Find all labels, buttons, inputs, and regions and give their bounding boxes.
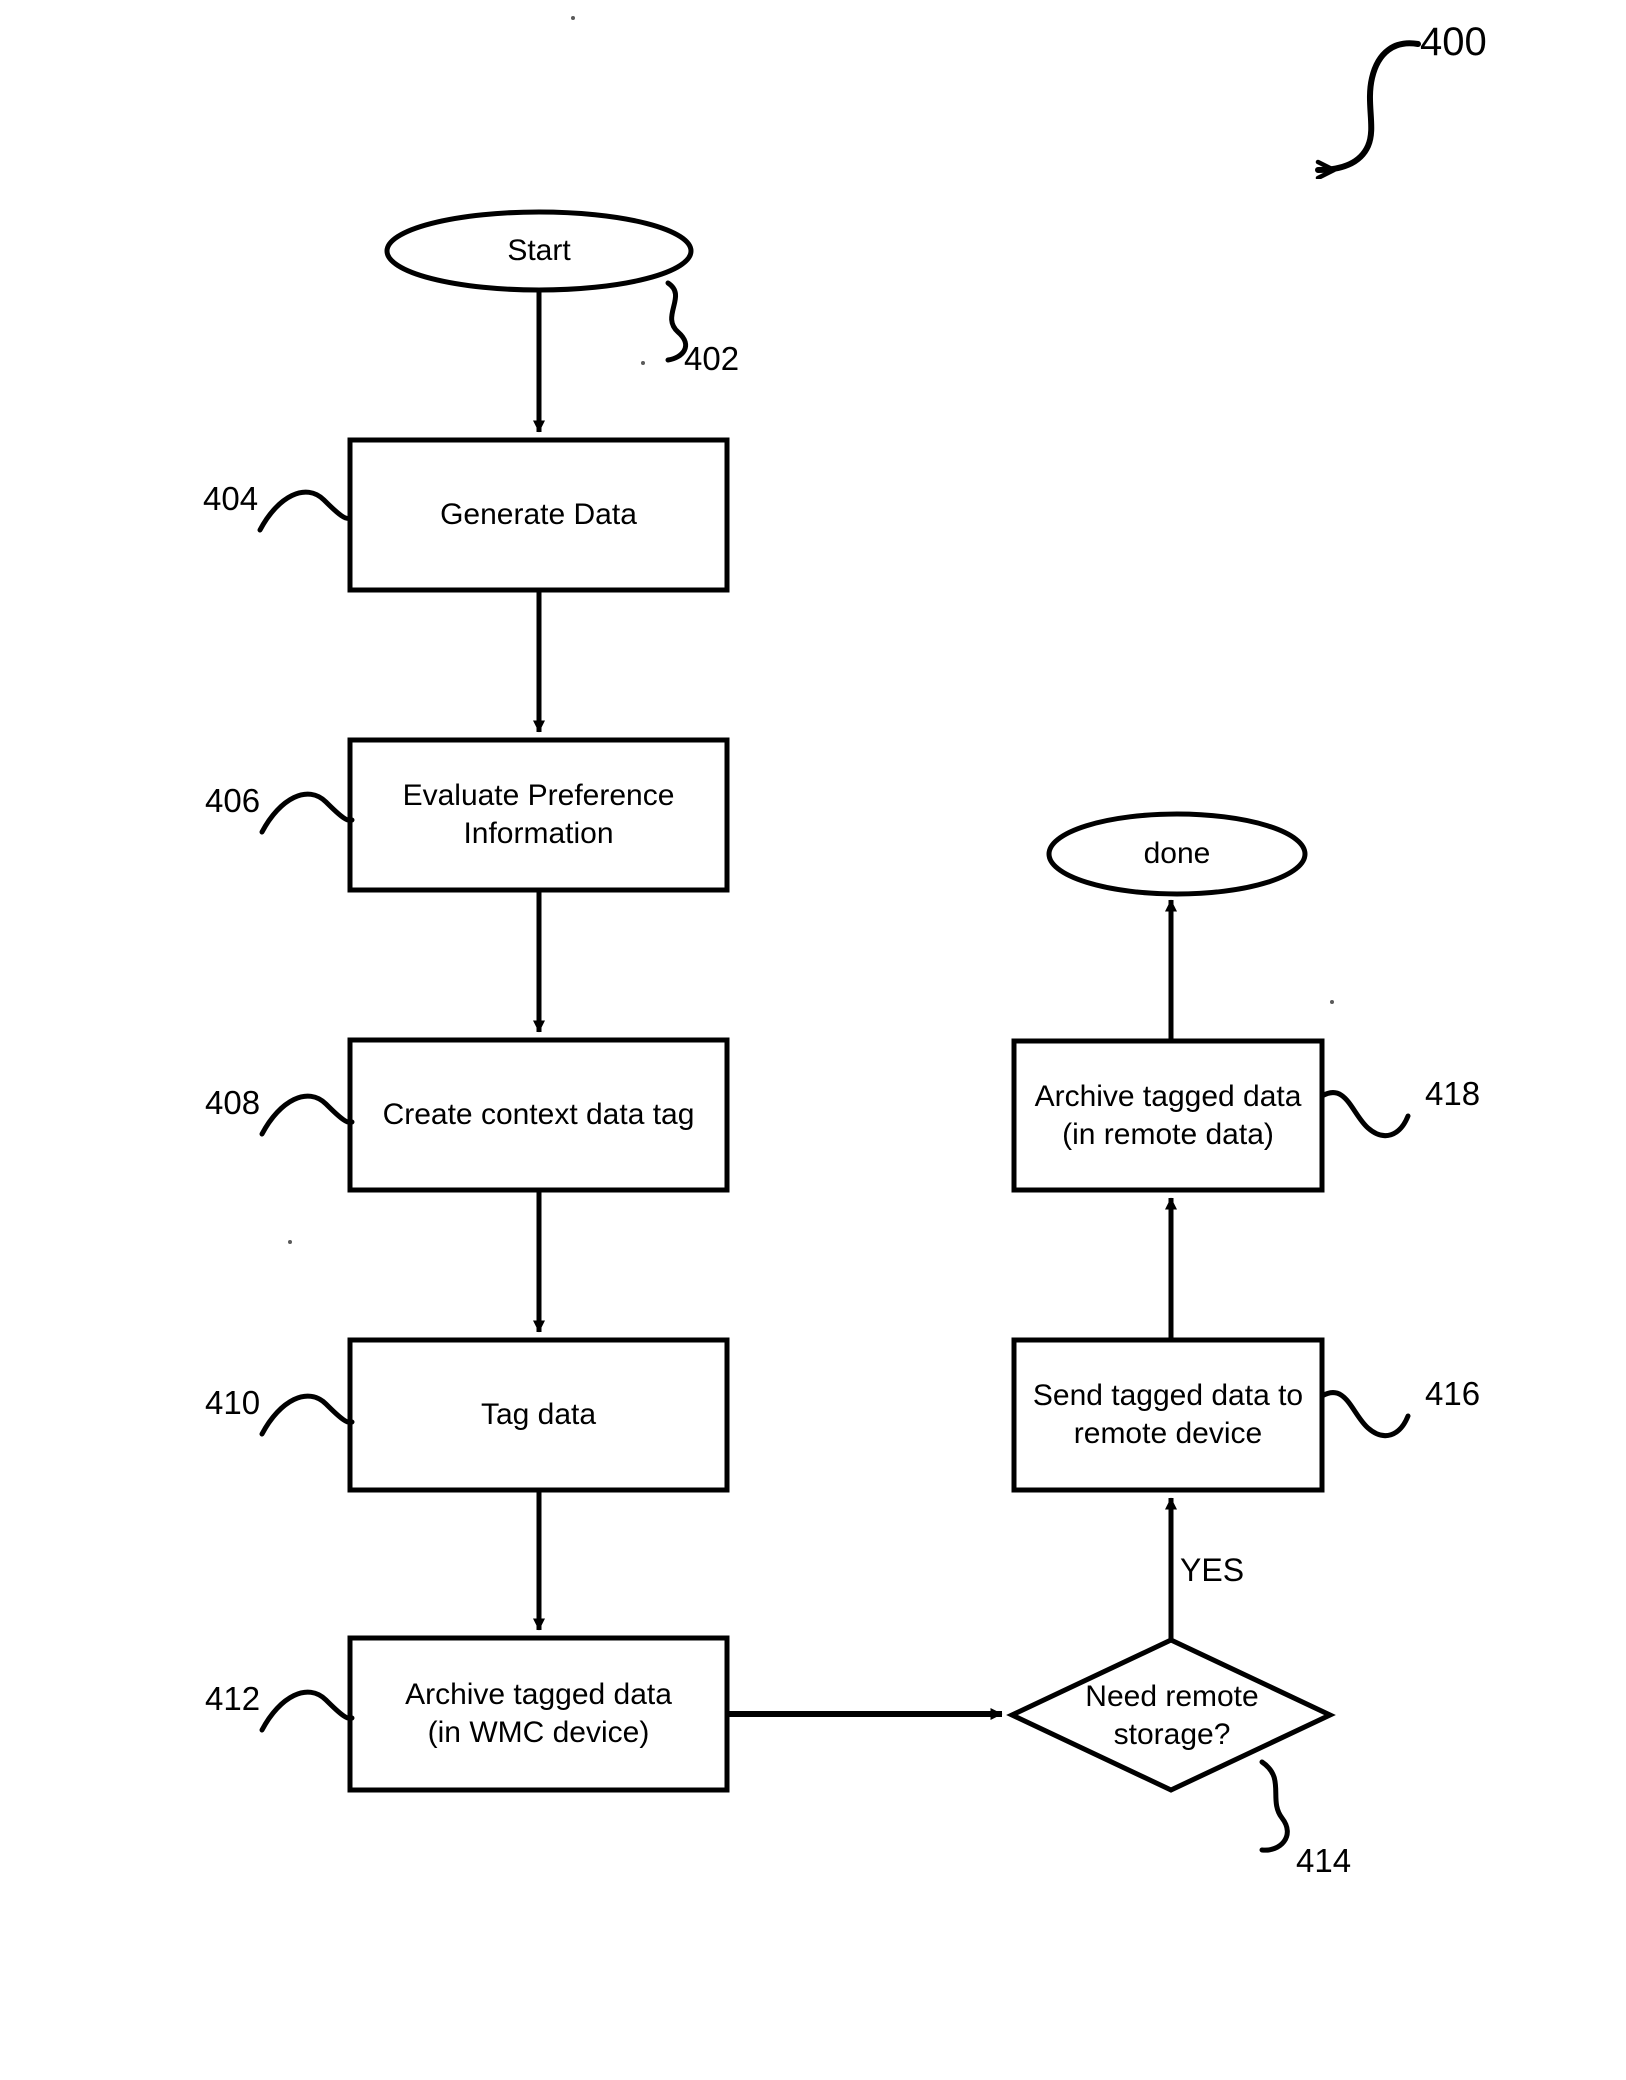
node-evaluate-preference-shape (347, 737, 730, 893)
ref-leader-410 (259, 1393, 355, 1437)
ref-leader-416 (1319, 1390, 1411, 1439)
ref-label-418: 418 (1425, 1075, 1481, 1112)
node-need-remote-shape (1006, 1637, 1336, 1793)
ref-leader-404 (257, 489, 353, 533)
node-create-tag-shape (347, 1037, 730, 1193)
flowchart-graphics (257, 40, 1421, 1853)
ref-leader-414 (1259, 1759, 1290, 1853)
ref-leader-412 (259, 1689, 355, 1733)
ref-leader-406 (259, 791, 355, 835)
scan-speck (571, 16, 575, 20)
figure-number-leader (1315, 40, 1421, 170)
ref-label-414: 414 (1296, 1842, 1352, 1879)
node-start-shape (384, 209, 694, 293)
node-generate-data-shape (347, 437, 730, 593)
figure-canvas: 400 Start 402 Generate Data 404 Evaluate… (0, 0, 1626, 2080)
scan-speck (288, 1240, 292, 1244)
ref-label-416: 416 (1425, 1375, 1481, 1412)
node-archive-remote-shape (1011, 1038, 1325, 1193)
node-archive-local-shape (347, 1635, 730, 1793)
ref-leader-402 (665, 280, 689, 363)
ref-leader-408 (259, 1093, 355, 1137)
figure-number-label: 400 (1420, 20, 1487, 64)
scan-speck (641, 361, 645, 365)
ref-label-402: 402 (684, 340, 740, 377)
node-done-shape (1046, 811, 1308, 897)
ref-label-412: 412 (205, 1680, 261, 1717)
scan-speck (1330, 1000, 1334, 1004)
ref-label-410: 410 (205, 1384, 261, 1421)
node-tag-data-shape (347, 1337, 730, 1493)
ref-label-406: 406 (205, 782, 261, 819)
edge-label-yes: YES (1180, 1552, 1245, 1588)
ref-label-408: 408 (205, 1084, 261, 1121)
node-send-remote-shape (1011, 1337, 1325, 1493)
ref-label-404: 404 (203, 480, 259, 517)
ref-leader-418 (1319, 1090, 1411, 1139)
